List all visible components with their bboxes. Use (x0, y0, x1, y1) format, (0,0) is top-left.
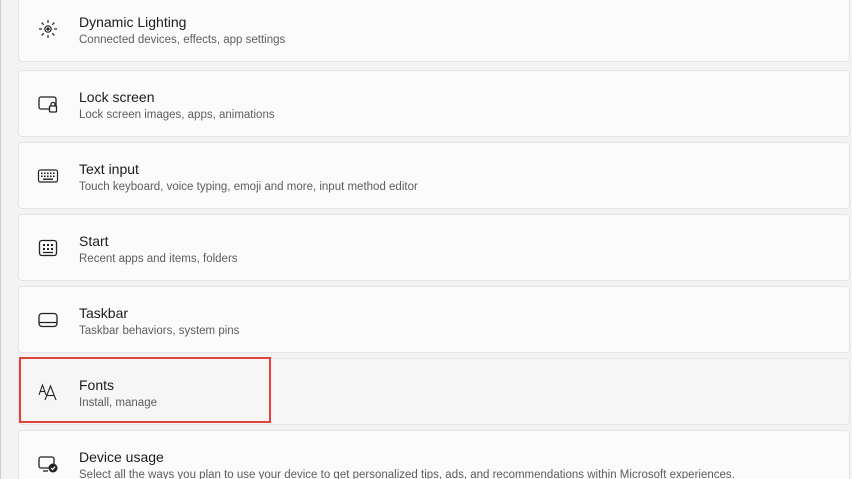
settings-item-fonts[interactable]: Fonts Install, manage (18, 358, 850, 425)
settings-item-subtitle: Lock screen images, apps, animations (79, 109, 275, 121)
settings-item-text-input[interactable]: Text input Touch keyboard, voice typing,… (18, 142, 850, 209)
settings-item-subtitle: Touch keyboard, voice typing, emoji and … (79, 181, 418, 193)
settings-item-dynamic-lighting[interactable]: Dynamic Lighting Connected devices, effe… (18, 0, 850, 62)
settings-item-subtitle: Connected devices, effects, app settings (79, 34, 286, 46)
personalization-settings-page: Dynamic Lighting Connected devices, effe… (0, 0, 852, 479)
fonts-icon (37, 381, 59, 403)
settings-item-subtitle: Taskbar behaviors, system pins (79, 325, 240, 337)
settings-item-title: Start (79, 233, 109, 249)
settings-item-title: Lock screen (79, 89, 155, 105)
settings-item-subtitle: Install, manage (79, 397, 157, 409)
settings-item-subtitle: Recent apps and items, folders (79, 253, 238, 265)
keyboard-icon (37, 165, 59, 187)
settings-item-title: Fonts (79, 377, 115, 393)
dynamic-lighting-icon (37, 18, 59, 40)
settings-item-title: Text input (79, 161, 139, 177)
lock-screen-icon (37, 93, 59, 115)
settings-item-start[interactable]: Start Recent apps and items, folders (18, 214, 850, 281)
settings-item-title: Taskbar (79, 305, 129, 321)
settings-item-lock-screen[interactable]: Lock screen Lock screen images, apps, an… (18, 70, 850, 137)
settings-item-taskbar[interactable]: Taskbar Taskbar behaviors, system pins (18, 286, 850, 353)
settings-item-subtitle: Select all the ways you plan to use your… (79, 469, 735, 479)
settings-item-title: Dynamic Lighting (79, 14, 187, 30)
device-usage-icon (37, 453, 59, 475)
start-menu-icon (37, 237, 59, 259)
taskbar-icon (37, 309, 59, 331)
settings-item-device-usage[interactable]: Device usage Select all the ways you pla… (18, 430, 850, 479)
settings-item-title: Device usage (79, 449, 164, 465)
